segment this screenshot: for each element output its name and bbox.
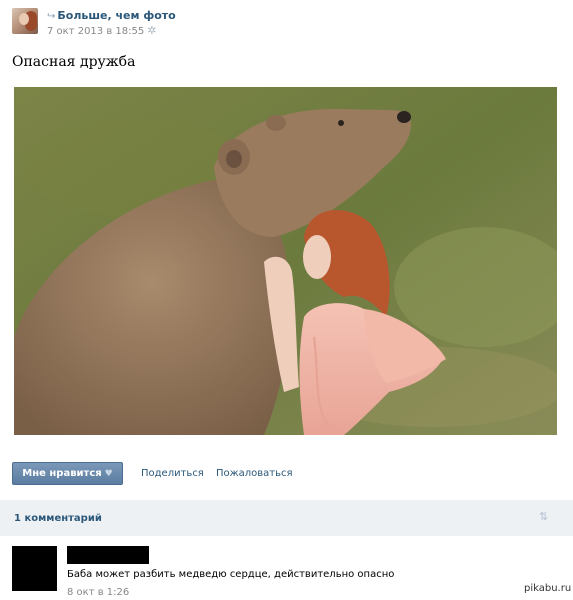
post-author-row: ↪ Больше, чем фото xyxy=(47,9,176,23)
gear-icon[interactable]: ✲ xyxy=(147,25,156,37)
comment-text: Баба может разбить медведю сердце, дейст… xyxy=(67,569,395,580)
photo-illustration xyxy=(14,87,557,435)
comments-count[interactable]: 1 комментарий xyxy=(14,513,102,525)
post-time[interactable]: 7 окт 2013 в 18:55 xyxy=(47,26,144,37)
sort-arrow-icon[interactable]: ⇅ xyxy=(539,510,548,524)
post-author-link[interactable]: Больше, чем фото xyxy=(57,9,175,22)
post-title: Опасная дружба xyxy=(12,54,136,70)
comment-author-redacted xyxy=(67,546,149,564)
watermark: pikabu.ru xyxy=(524,583,572,594)
like-button-label: Мне нравится xyxy=(22,468,102,479)
author-avatar[interactable] xyxy=(12,8,38,34)
like-button[interactable]: Мне нравится ♥ xyxy=(12,462,123,485)
report-link[interactable]: Пожаловаться xyxy=(216,468,293,480)
post-photo[interactable] xyxy=(14,87,557,435)
post-time-row: 7 окт 2013 в 18:55 ✲ xyxy=(47,25,156,38)
comment-avatar[interactable] xyxy=(12,546,57,591)
heart-icon: ♥ xyxy=(104,469,113,479)
comment-date[interactable]: 8 окт в 1:26 xyxy=(67,587,129,599)
repost-icon: ↪ xyxy=(47,11,56,22)
share-link[interactable]: Поделиться xyxy=(141,468,204,480)
